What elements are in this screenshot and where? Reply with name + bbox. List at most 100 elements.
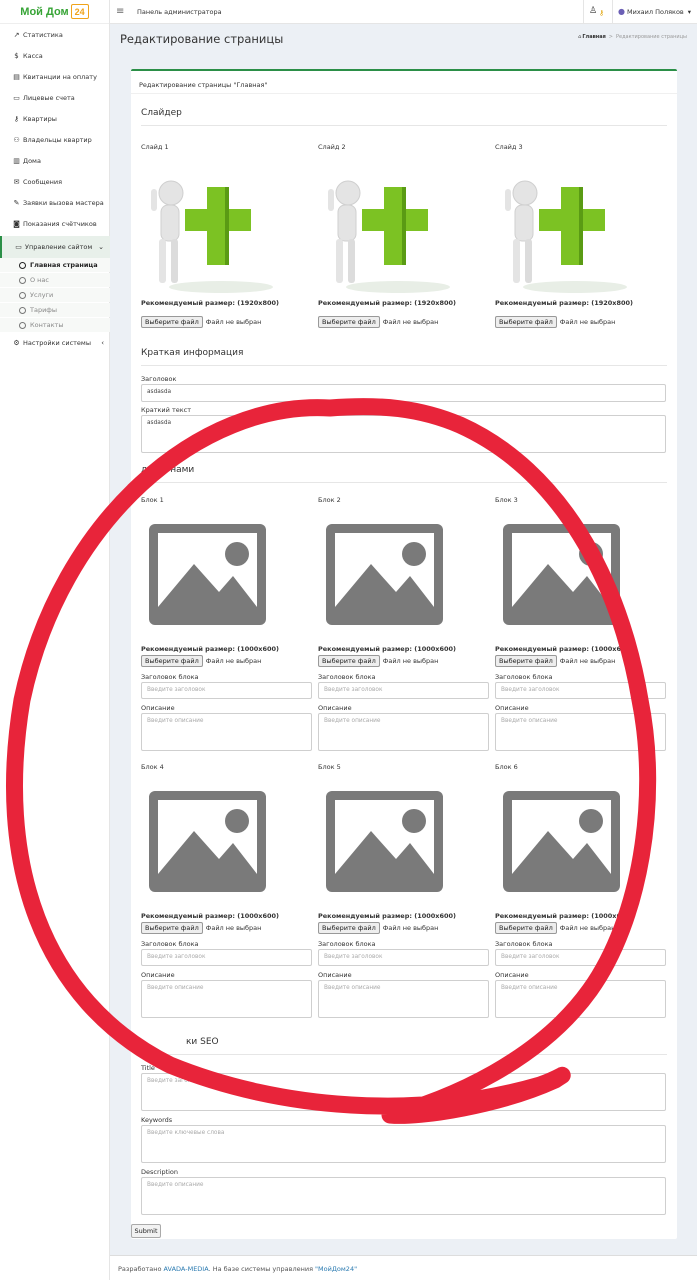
heading-input[interactable]: asdasda: [141, 384, 666, 402]
sidebar-subitem-home[interactable]: Главная страница: [0, 258, 110, 272]
block-description-textarea[interactable]: Введите описание: [318, 980, 489, 1018]
breadcrumb-current: Редактирование страницы: [616, 34, 687, 40]
key-icon[interactable]: ⚷: [599, 9, 604, 17]
file-input[interactable]: Выберите файл Файл не выбран: [318, 316, 438, 328]
file-input[interactable]: Выберите файл Файл не выбран: [495, 922, 615, 934]
block-label: Блок 1: [141, 496, 164, 504]
section-title-slider: Слайдер: [141, 108, 182, 118]
sidebar-item-label: Заявки вызова мастера: [23, 199, 104, 207]
choose-file-button[interactable]: Выберите файл: [495, 922, 557, 934]
divider: [583, 0, 584, 24]
seo-keywords-textarea[interactable]: Введите ключевые слова: [141, 1125, 666, 1163]
envelope-icon: ✉: [13, 178, 20, 186]
field-label: Описание: [141, 704, 175, 712]
sidebar-item-owners[interactable]: ⚇ Владельцы квартир: [0, 130, 110, 150]
recommended-size: Рекомендуемый размер: (1920x800): [318, 299, 457, 307]
wrench-icon: ✎: [13, 199, 20, 207]
recommended-size: Рекомендуемый размер: (1920x800): [141, 299, 280, 307]
choose-file-button[interactable]: Выберите файл: [318, 316, 380, 328]
sidebar-item-system-settings[interactable]: ⚙ Настройки системы ‹: [0, 333, 110, 353]
file-input[interactable]: Выберите файл Файл не выбран: [141, 316, 261, 328]
sidebar-item-apartments[interactable]: ⚷ Квартиры: [0, 109, 110, 129]
field-label: Title: [141, 1064, 155, 1072]
sidebar-item-label: Квартиры: [23, 115, 57, 123]
file-input[interactable]: Выберите файл Файл не выбран: [495, 655, 615, 667]
block-description-textarea[interactable]: Введите описание: [318, 713, 489, 751]
logo[interactable]: Мой Дом 24: [0, 0, 109, 24]
block-heading-input[interactable]: Введите заголовок: [495, 949, 666, 966]
choose-file-button[interactable]: Выберите файл: [141, 922, 203, 934]
block-heading-input[interactable]: Введите заголовок: [318, 682, 489, 699]
choose-file-button[interactable]: Выберите файл: [141, 316, 203, 328]
gears-icon: ⚙: [13, 339, 20, 347]
submit-button[interactable]: Submit: [131, 1224, 161, 1238]
hamburger-icon[interactable]: ≡: [116, 6, 124, 17]
sidebar-subitem-tariffs[interactable]: Тарифы: [0, 303, 110, 317]
field-label: Описание: [318, 971, 352, 979]
slide-label: Слайд 3: [495, 143, 523, 151]
divider: [131, 93, 677, 94]
caret-down-icon: ▾: [687, 7, 692, 16]
sidebar-item-cashbox[interactable]: $ Касса: [0, 46, 110, 66]
sidebar-item-site-management[interactable]: ▭ Управление сайтом ⌄: [0, 236, 110, 258]
building-icon: ▥: [13, 157, 20, 165]
seo-description-textarea[interactable]: Введите описание: [141, 1177, 666, 1215]
file-input[interactable]: Выберите файл Файл не выбран: [318, 922, 438, 934]
file-input[interactable]: Выберите файл Файл не выбран: [495, 316, 615, 328]
section-title-info: Краткая информация: [141, 348, 244, 358]
block-description-textarea[interactable]: Введите описание: [141, 980, 312, 1018]
file-status: Файл не выбран: [382, 318, 439, 326]
block-description-textarea[interactable]: Введите описание: [495, 713, 666, 751]
block-heading-input[interactable]: Введите заголовок: [495, 682, 666, 699]
chevron-left-icon: ‹: [101, 339, 104, 347]
recommended-size: Рекомендуемый размер: (1000x600): [318, 912, 457, 920]
choose-file-button[interactable]: Выберите файл: [318, 655, 380, 667]
file-status: Файл не выбран: [559, 657, 616, 665]
sidebar-item-receipts[interactable]: ▤ Квитанции на оплату: [0, 67, 110, 87]
choose-file-button[interactable]: Выберите файл: [495, 316, 557, 328]
file-status: Файл не выбран: [559, 924, 616, 932]
sidebar-item-label: Управление сайтом: [25, 243, 93, 251]
choose-file-button[interactable]: Выберите файл: [495, 655, 557, 667]
sidebar-subitem-about[interactable]: О нас: [0, 273, 110, 287]
user-menu[interactable]: ● Михаил Поляков ▾: [618, 7, 691, 16]
sidebar-subitem-services[interactable]: Услуги: [0, 288, 110, 302]
sidebar-item-houses[interactable]: ▥ Дома: [0, 151, 110, 171]
slide-image: [328, 180, 450, 293]
seo-title-textarea[interactable]: Введите заголовок: [141, 1073, 666, 1111]
block-label: Блок 3: [495, 496, 518, 504]
recommended-size: Рекомендуемый размер: (1000x600): [141, 645, 280, 653]
sidebar-subitem-label: Контакты: [30, 321, 64, 329]
sidebar-subitem-contacts[interactable]: Контакты: [0, 318, 110, 332]
block-description-textarea[interactable]: Введите описание: [495, 980, 666, 1018]
edit-card: Редактирование страницы "Главная" Слайде…: [131, 69, 677, 1239]
block-heading-input[interactable]: Введите заголовок: [141, 949, 312, 966]
footer-prefix: Разработано: [118, 1265, 164, 1273]
person-icon[interactable]: ♙: [589, 6, 597, 16]
desktop-icon: ▭: [15, 243, 22, 251]
footer-link-moydom[interactable]: "МойДом24": [315, 1265, 357, 1273]
sidebar-item-label: Касса: [23, 52, 43, 60]
block-heading-input[interactable]: Введите заголовок: [318, 949, 489, 966]
file-status: Файл не выбран: [382, 657, 439, 665]
file-input[interactable]: Выберите файл Файл не выбран: [318, 655, 438, 667]
short-text-textarea[interactable]: asdasda: [141, 415, 666, 453]
sidebar-subitem-label: О нас: [30, 276, 49, 284]
logo-badge: 24: [70, 4, 89, 19]
circle-icon: [19, 306, 26, 314]
choose-file-button[interactable]: Выберите файл: [141, 655, 203, 667]
choose-file-button[interactable]: Выберите файл: [318, 922, 380, 934]
sidebar-item-messages[interactable]: ✉ Сообщения: [0, 172, 110, 192]
block-heading-input[interactable]: Введите заголовок: [141, 682, 312, 699]
sidebar-item-accounts[interactable]: ▭ Лицевые счета: [0, 88, 110, 108]
block-description-textarea[interactable]: Введите описание: [141, 713, 312, 751]
footer-link-avada[interactable]: AVADA-MEDIA: [164, 1265, 209, 1273]
sidebar-item-master-requests[interactable]: ✎ Заявки вызова мастера: [0, 193, 110, 213]
topbar-title: Панель администратора: [137, 8, 222, 16]
sidebar-item-meters[interactable]: ◙ Показания счётчиков: [0, 214, 110, 234]
file-input[interactable]: Выберите файл Файл не выбран: [141, 655, 261, 667]
breadcrumb-home[interactable]: Главная: [582, 34, 605, 40]
sidebar-item-statistics[interactable]: ↗ Статистика: [0, 25, 110, 45]
field-label: Заголовок блока: [141, 673, 199, 681]
file-input[interactable]: Выберите файл Файл не выбран: [141, 922, 261, 934]
